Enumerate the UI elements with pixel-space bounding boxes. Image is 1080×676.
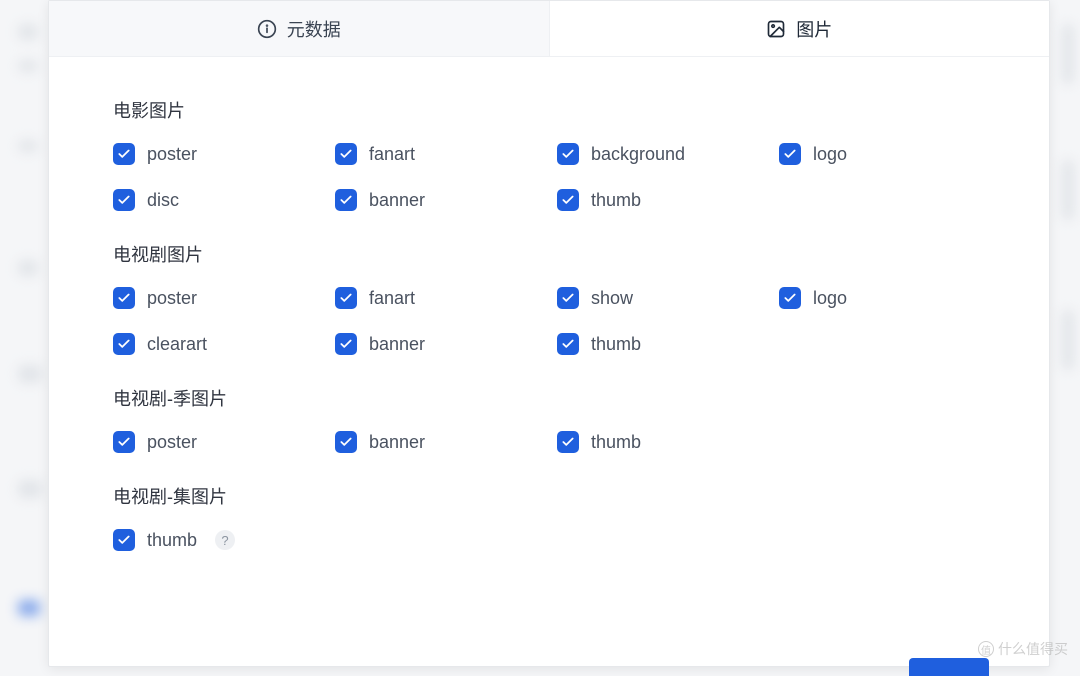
- tab-bar: 元数据 图片: [49, 1, 1049, 57]
- checkbox-movie-fanart[interactable]: fanart: [335, 143, 541, 165]
- checkbox-movie-poster[interactable]: poster: [113, 143, 319, 165]
- tab-content: 电影图片 poster fanart background logo disc banne…: [49, 57, 1049, 666]
- checkbox-label: banner: [369, 190, 425, 211]
- checkbox-movie-logo[interactable]: logo: [779, 143, 985, 165]
- section-tv-season: 电视剧-季图片 poster banner thumb: [113, 385, 985, 453]
- checkbox-tv-season-poster[interactable]: poster: [113, 431, 319, 453]
- checkbox-label: fanart: [369, 288, 415, 309]
- checkbox-label: thumb: [591, 190, 641, 211]
- image-icon: [766, 19, 786, 39]
- checkbox-label: banner: [369, 432, 425, 453]
- watermark-icon: 值: [978, 641, 994, 657]
- checkbox-box: [335, 287, 357, 309]
- watermark-text: 什么值得买: [998, 639, 1068, 659]
- info-icon: [257, 19, 277, 39]
- footer-primary-button[interactable]: [909, 658, 989, 676]
- checkbox-box: [557, 287, 579, 309]
- section-tv-title: 电视剧图片: [113, 241, 985, 267]
- checkbox-box: [335, 189, 357, 211]
- help-icon[interactable]: ?: [215, 530, 235, 550]
- checkbox-tv-banner[interactable]: banner: [335, 333, 541, 355]
- checkbox-tv-season-banner[interactable]: banner: [335, 431, 541, 453]
- checkbox-box: [113, 333, 135, 355]
- tab-metadata[interactable]: 元数据: [49, 1, 550, 56]
- checkbox-tv-fanart[interactable]: fanart: [335, 287, 541, 309]
- checkbox-label: show: [591, 288, 633, 309]
- checkbox-box: [335, 143, 357, 165]
- checkbox-box: [113, 143, 135, 165]
- checkbox-box: [113, 431, 135, 453]
- settings-dialog: 元数据 图片 电影图片 poster fanart background logo di…: [48, 0, 1050, 667]
- checkbox-label: fanart: [369, 144, 415, 165]
- tab-metadata-label: 元数据: [287, 16, 341, 42]
- section-movie: 电影图片 poster fanart background logo disc banne…: [113, 97, 985, 211]
- checkbox-label: thumb: [591, 432, 641, 453]
- checkbox-box: [113, 189, 135, 211]
- checkbox-movie-banner[interactable]: banner: [335, 189, 541, 211]
- checkbox-label: disc: [147, 190, 179, 211]
- section-tv-episode-title: 电视剧-集图片: [113, 483, 985, 509]
- checkbox-label: thumb: [147, 530, 197, 551]
- checkbox-tv-poster[interactable]: poster: [113, 287, 319, 309]
- checkbox-tv-thumb[interactable]: thumb: [557, 333, 763, 355]
- tab-images-label: 图片: [796, 16, 832, 42]
- checkbox-movie-thumb[interactable]: thumb: [557, 189, 763, 211]
- checkbox-box: [113, 287, 135, 309]
- checkbox-label: poster: [147, 144, 197, 165]
- checkbox-tv-show[interactable]: show: [557, 287, 763, 309]
- section-tv-season-title: 电视剧-季图片: [113, 385, 985, 411]
- checkbox-box: [557, 143, 579, 165]
- checkbox-box: [557, 333, 579, 355]
- checkbox-label: poster: [147, 288, 197, 309]
- section-movie-title: 电影图片: [113, 97, 985, 123]
- checkbox-box: [113, 529, 135, 551]
- checkbox-label: thumb: [591, 334, 641, 355]
- checkbox-box: [557, 189, 579, 211]
- checkbox-label: clearart: [147, 334, 207, 355]
- checkbox-box: [335, 333, 357, 355]
- tab-images[interactable]: 图片: [550, 1, 1050, 56]
- movie-checkbox-grid: poster fanart background logo disc banner thum…: [113, 143, 985, 211]
- checkbox-label: background: [591, 144, 685, 165]
- checkbox-movie-background[interactable]: background: [557, 143, 763, 165]
- checkbox-tv-logo[interactable]: logo: [779, 287, 985, 309]
- section-tv-episode: 电视剧-集图片 thumb?: [113, 483, 985, 551]
- section-tv: 电视剧图片 poster fanart show logo clearart banner…: [113, 241, 985, 355]
- checkbox-label: logo: [813, 288, 847, 309]
- checkbox-tv-episode-thumb[interactable]: thumb?: [113, 529, 319, 551]
- checkbox-tv-season-thumb[interactable]: thumb: [557, 431, 763, 453]
- checkbox-label: logo: [813, 144, 847, 165]
- checkbox-label: banner: [369, 334, 425, 355]
- checkbox-box: [779, 287, 801, 309]
- checkbox-tv-clearart[interactable]: clearart: [113, 333, 319, 355]
- checkbox-box: [779, 143, 801, 165]
- watermark: 值 什么值得买: [978, 639, 1068, 659]
- checkbox-box: [557, 431, 579, 453]
- tv-checkbox-grid: poster fanart show logo clearart banner thumb: [113, 287, 985, 355]
- checkbox-box: [335, 431, 357, 453]
- checkbox-label: poster: [147, 432, 197, 453]
- tv-season-checkbox-grid: poster banner thumb: [113, 431, 985, 453]
- tv-episode-checkbox-grid: thumb?: [113, 529, 985, 551]
- checkbox-movie-disc[interactable]: disc: [113, 189, 319, 211]
